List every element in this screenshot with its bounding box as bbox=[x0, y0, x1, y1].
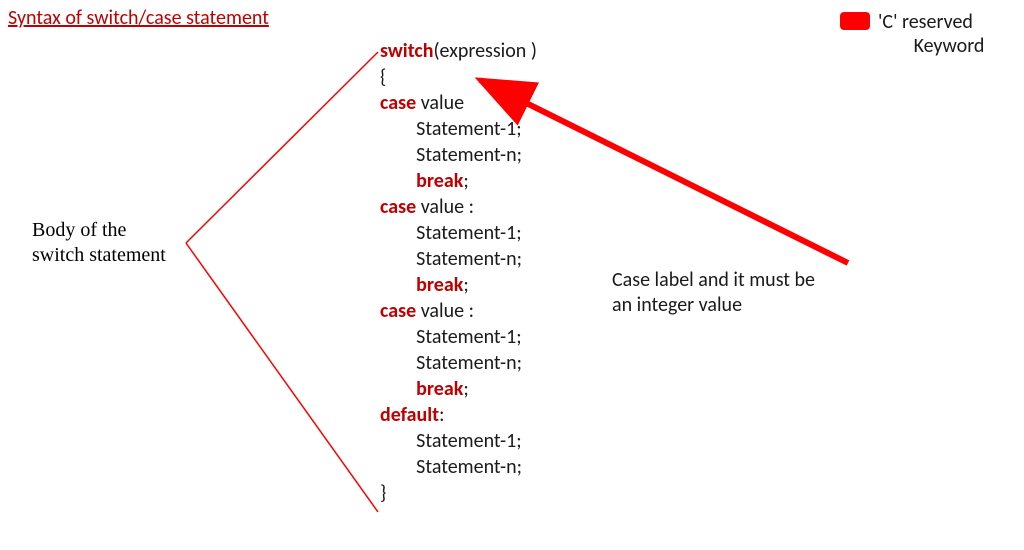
break-keyword-2: break bbox=[416, 273, 463, 297]
body-label-line1: Body of the bbox=[32, 219, 126, 241]
legend-swatch-icon bbox=[840, 12, 870, 30]
break-keyword-1: break bbox=[416, 169, 463, 193]
indent bbox=[380, 247, 416, 271]
body-label: Body of the switch statement bbox=[32, 218, 166, 268]
semicolon: ; bbox=[463, 377, 468, 401]
case-label-callout-line1: Case label and it must be bbox=[612, 268, 815, 292]
case-keyword-2: case bbox=[380, 195, 416, 219]
indent bbox=[380, 377, 416, 401]
statement-1-n: Statement-n; bbox=[416, 143, 522, 167]
semicolon: ; bbox=[463, 169, 468, 193]
colon-3: : bbox=[464, 299, 474, 323]
right-brace: } bbox=[380, 481, 386, 505]
case-keyword-1: case bbox=[380, 91, 416, 115]
legend-line1: 'C' reserved bbox=[878, 10, 973, 34]
break-keyword-3: break bbox=[416, 377, 463, 401]
angle-line-bottom bbox=[186, 243, 378, 512]
case-keyword-3: case bbox=[380, 299, 416, 323]
legend: 'C' reserved Keyword bbox=[840, 10, 1020, 58]
paren-close: ) bbox=[531, 39, 537, 63]
statement-2-n: Statement-n; bbox=[416, 247, 522, 271]
angle-line-top bbox=[186, 52, 378, 243]
code-block: switch(expression ) { case value Stateme… bbox=[380, 12, 537, 506]
case-value-1: value bbox=[416, 91, 464, 115]
body-label-line2: switch statement bbox=[32, 244, 166, 266]
statement-3-1: Statement-1; bbox=[416, 325, 521, 349]
indent bbox=[380, 455, 416, 479]
switch-keyword: switch bbox=[380, 39, 433, 63]
case-value-3: value bbox=[416, 299, 464, 323]
indent bbox=[380, 117, 416, 141]
indent bbox=[380, 273, 416, 297]
indent bbox=[380, 429, 416, 453]
statement-1-1: Statement-1; bbox=[416, 117, 521, 141]
indent bbox=[380, 351, 416, 375]
switch-expression: expression bbox=[440, 39, 531, 63]
indent bbox=[380, 143, 416, 167]
default-keyword: default bbox=[380, 403, 439, 427]
semicolon: ; bbox=[463, 273, 468, 297]
indent bbox=[380, 169, 416, 193]
colon-default: : bbox=[439, 403, 444, 427]
left-brace: { bbox=[380, 65, 386, 89]
indent bbox=[380, 221, 416, 245]
legend-line2: Keyword bbox=[840, 34, 1020, 58]
statement-2-1: Statement-1; bbox=[416, 221, 521, 245]
statement-d-n: Statement-n; bbox=[416, 455, 522, 479]
statement-d-1: Statement-1; bbox=[416, 429, 521, 453]
case-label-callout: Case label and it must be an integer val… bbox=[612, 268, 815, 318]
diagram-title: Syntax of switch/case statement bbox=[8, 6, 269, 30]
statement-3-n: Statement-n; bbox=[416, 351, 522, 375]
indent bbox=[380, 325, 416, 349]
colon-2: : bbox=[464, 195, 474, 219]
case-value-2: value bbox=[416, 195, 464, 219]
case-label-callout-line2: an integer value bbox=[612, 293, 742, 317]
